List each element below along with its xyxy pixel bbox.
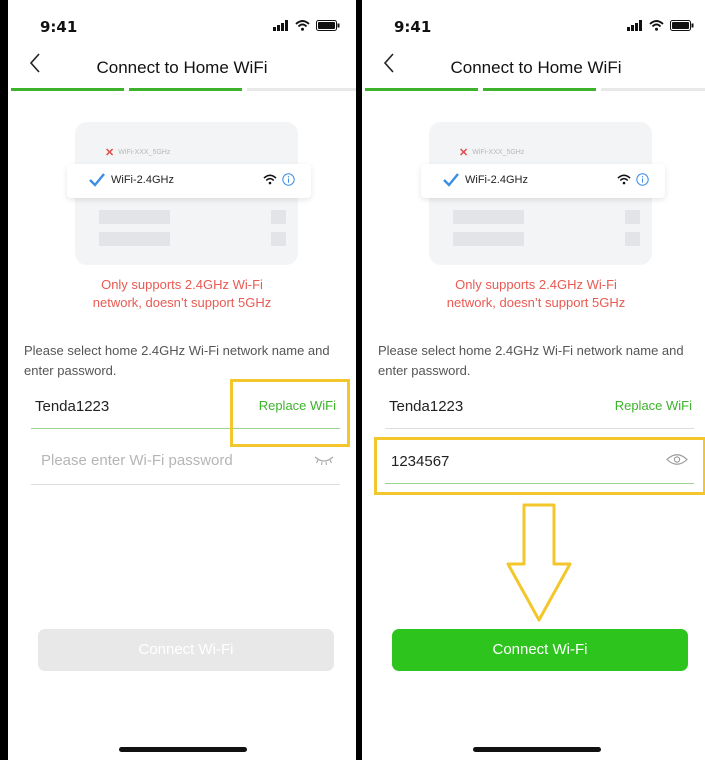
good-network-card: WiFi-2.4GHz [67, 164, 311, 198]
band-warning: Only supports 2.4GHz Wi-Fi network, does… [362, 276, 705, 312]
placeholder-bar [271, 210, 286, 224]
progress-step-1 [365, 88, 478, 91]
placeholder-bar [99, 232, 170, 246]
connect-wifi-button-disabled[interactable]: Connect Wi-Fi [38, 629, 334, 671]
info-icon [282, 173, 295, 186]
status-bar: 9:41 [8, 18, 356, 38]
home-indicator [473, 747, 601, 752]
battery-icon [670, 20, 694, 31]
phone-screen-left: 9:41 Connect to Home WiFi ✕ WiFi-XXX_5GH… [8, 0, 356, 760]
page-title: Connect to Home WiFi [96, 58, 268, 77]
highlight-box-replace-wifi [230, 379, 350, 447]
wifi-name-field[interactable]: Tenda1223 Replace WiFi [385, 388, 694, 429]
page-title: Connect to Home WiFi [450, 58, 622, 77]
close-x-icon: ✕ [459, 147, 469, 159]
replace-wifi-button[interactable]: Replace WiFi [615, 398, 692, 413]
signal-icon [627, 20, 642, 31]
warning-line-2: network, doesn’t support 5GHz [92, 295, 272, 310]
good-network-card: WiFi-2.4GHz [421, 164, 665, 198]
wifi-icon [649, 20, 664, 31]
instruction-text: Please select home 2.4GHz Wi-Fi network … [24, 343, 330, 378]
good-network-label: WiFi-2.4GHz [465, 174, 528, 186]
signal-icon [273, 20, 288, 31]
network-illustration: ✕ WiFi-XXX_5GHz WiFi-2.4GHz [67, 122, 311, 265]
instruction-text: Please select home 2.4GHz Wi-Fi network … [378, 343, 684, 378]
info-icon [636, 173, 649, 186]
phone-screen-right: 9:41 Connect to Home WiFi ✕ WiFi-XXX_5GH… [362, 0, 705, 760]
bad-network-row: ✕ WiFi-XXX_5GHz [105, 146, 170, 159]
warning-line-1: Only supports 2.4GHz Wi-Fi [455, 277, 617, 292]
status-time: 9:41 [394, 18, 432, 36]
password-placeholder: Please enter Wi-Fi password [41, 452, 233, 469]
nav-bar: Connect to Home WiFi [362, 52, 705, 88]
wifi-icon [617, 174, 631, 185]
bad-network-label: WiFi-XXX_5GHz [118, 149, 171, 156]
progress-step-1 [11, 88, 124, 91]
placeholder-bar [453, 210, 524, 224]
network-illustration: ✕ WiFi-XXX_5GHz WiFi-2.4GHz [421, 122, 665, 265]
placeholder-bar [99, 210, 170, 224]
bad-network-row: ✕ WiFi-XXX_5GHz [459, 146, 524, 159]
warning-line-1: Only supports 2.4GHz Wi-Fi [101, 277, 263, 292]
band-warning: Only supports 2.4GHz Wi-Fi network, does… [8, 276, 356, 312]
good-network-label: WiFi-2.4GHz [111, 174, 174, 186]
wifi-name-value: Tenda1223 [35, 398, 110, 415]
eye-closed-icon[interactable] [314, 454, 334, 466]
placeholder-bar [625, 232, 640, 246]
password-field[interactable]: Please enter Wi-Fi password [31, 444, 340, 485]
close-x-icon: ✕ [105, 147, 115, 159]
placeholder-bar [271, 232, 286, 246]
status-bar: 9:41 [362, 18, 705, 38]
progress-step-2 [129, 88, 242, 91]
wifi-icon [263, 174, 277, 185]
connect-wifi-button[interactable]: Connect Wi-Fi [392, 629, 688, 671]
warning-line-2: network, doesn’t support 5GHz [446, 295, 626, 310]
down-arrow-icon [506, 503, 572, 622]
checkmark-icon [89, 173, 105, 187]
placeholder-bar [453, 232, 524, 246]
highlight-box-password [374, 437, 705, 495]
wifi-icon [295, 20, 310, 31]
battery-icon [316, 20, 340, 31]
step-progress [8, 88, 356, 91]
home-indicator [119, 747, 247, 752]
placeholder-bar [625, 210, 640, 224]
status-icons [273, 20, 340, 31]
step-progress [362, 88, 705, 91]
checkmark-icon [443, 173, 459, 187]
wifi-name-value: Tenda1223 [389, 398, 464, 415]
status-time: 9:41 [40, 18, 78, 36]
status-icons [627, 20, 694, 31]
progress-step-3 [601, 88, 705, 91]
nav-bar: Connect to Home WiFi [8, 52, 356, 88]
progress-step-3 [247, 88, 356, 91]
progress-step-2 [483, 88, 596, 91]
bad-network-label: WiFi-XXX_5GHz [472, 149, 525, 156]
